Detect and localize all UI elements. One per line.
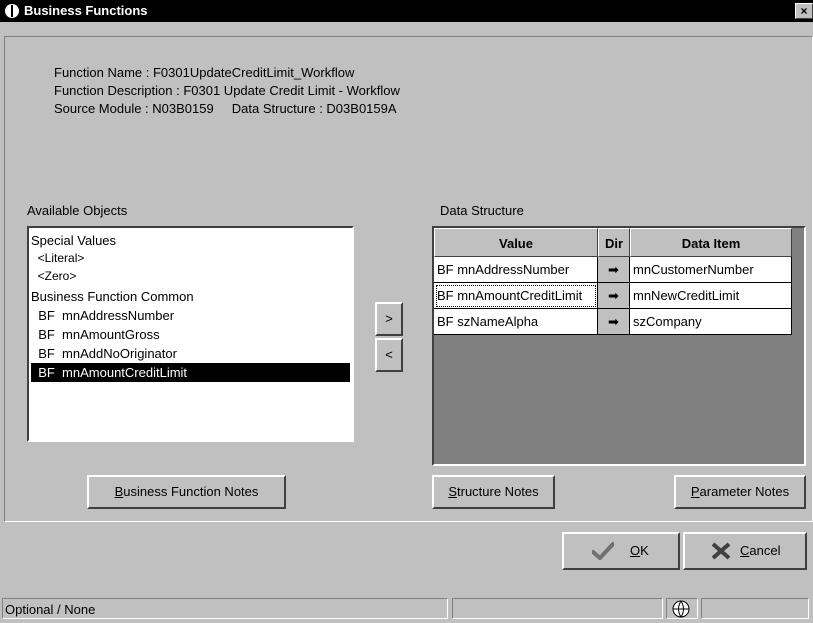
arrow-right-icon[interactable]: ➡ xyxy=(598,283,630,309)
accelerator-key: S xyxy=(448,484,457,499)
app-icon xyxy=(5,4,19,18)
function-description: Function Description : F0301 Update Cred… xyxy=(54,83,400,98)
accelerator-key: O xyxy=(630,543,641,558)
source-module: Source Module : N03B0159 Data Structure … xyxy=(54,101,397,116)
arrow-right-icon[interactable]: ➡ xyxy=(598,309,630,335)
data-item-cell[interactable]: szCompany xyxy=(630,309,792,335)
title-bar: Business Functions × xyxy=(0,0,813,22)
button-label: usiness Function Notes xyxy=(123,484,259,499)
status-bar: Optional / None xyxy=(0,596,813,623)
button-label: arameter Notes xyxy=(699,484,790,499)
list-item[interactable]: <Literal> xyxy=(31,249,350,268)
globe-icon xyxy=(672,600,690,618)
x-icon xyxy=(711,542,731,560)
business-function-notes-button[interactable]: Business Function Notes xyxy=(87,475,286,509)
accelerator-key: C xyxy=(740,543,750,558)
window-title: Business Functions xyxy=(24,3,148,18)
add-button[interactable]: > xyxy=(375,302,403,336)
column-header-dir[interactable]: Dir xyxy=(598,228,630,257)
available-objects-list[interactable]: Special Values <Literal> <Zero> Business… xyxy=(27,226,354,442)
list-item[interactable]: BF mnAddressNumber xyxy=(31,306,350,325)
available-objects-label: Available Objects xyxy=(27,203,128,218)
list-item[interactable]: Business Function Common xyxy=(31,287,350,306)
parameter-notes-button[interactable]: Parameter Notes xyxy=(674,475,806,509)
data-item-cell[interactable]: mnNewCreditLimit xyxy=(630,283,792,309)
status-pane-right xyxy=(701,598,809,619)
data-structure-label: Data Structure xyxy=(440,203,524,218)
ok-button[interactable]: OK xyxy=(562,532,680,570)
data-item-cell[interactable]: mnCustomerNumber xyxy=(630,257,792,283)
list-item[interactable]: BF mnAddNoOriginator xyxy=(31,344,350,363)
list-item[interactable]: <Zero> xyxy=(31,267,350,286)
list-item[interactable]: BF mnAmountGross xyxy=(31,325,350,344)
button-label: K xyxy=(640,543,649,558)
column-header-value[interactable]: Value xyxy=(434,228,598,257)
remove-button[interactable]: < xyxy=(375,338,403,372)
accelerator-key: P xyxy=(690,484,700,499)
structure-notes-button[interactable]: Structure Notes xyxy=(432,475,555,509)
value-cell[interactable]: BF mnAddressNumber xyxy=(434,257,598,283)
close-button[interactable]: × xyxy=(795,3,813,19)
arrow-right-icon[interactable]: ➡ xyxy=(598,257,630,283)
globe-icon-pane xyxy=(666,598,698,619)
value-cell[interactable]: BF mnAmountCreditLimit xyxy=(434,283,598,309)
column-header-data-item[interactable]: Data Item xyxy=(630,228,792,257)
button-label: ancel xyxy=(749,543,781,558)
function-name: Function Name : F0301UpdateCreditLimit_W… xyxy=(54,65,355,80)
status-pane-empty xyxy=(452,598,663,619)
data-structure-grid[interactable]: Value Dir Data Item BF mnAddressNumber ➡… xyxy=(432,226,806,466)
value-cell[interactable]: BF szNameAlpha xyxy=(434,309,598,335)
cancel-button[interactable]: Cancel xyxy=(683,532,807,570)
list-item[interactable]: Special Values xyxy=(31,231,350,250)
status-text: Optional / None xyxy=(2,598,448,619)
accelerator-key: B xyxy=(114,484,124,499)
button-label: tructure Notes xyxy=(457,484,539,499)
list-item-selected[interactable]: BF mnAmountCreditLimit xyxy=(31,363,350,382)
checkmark-icon xyxy=(592,542,614,560)
